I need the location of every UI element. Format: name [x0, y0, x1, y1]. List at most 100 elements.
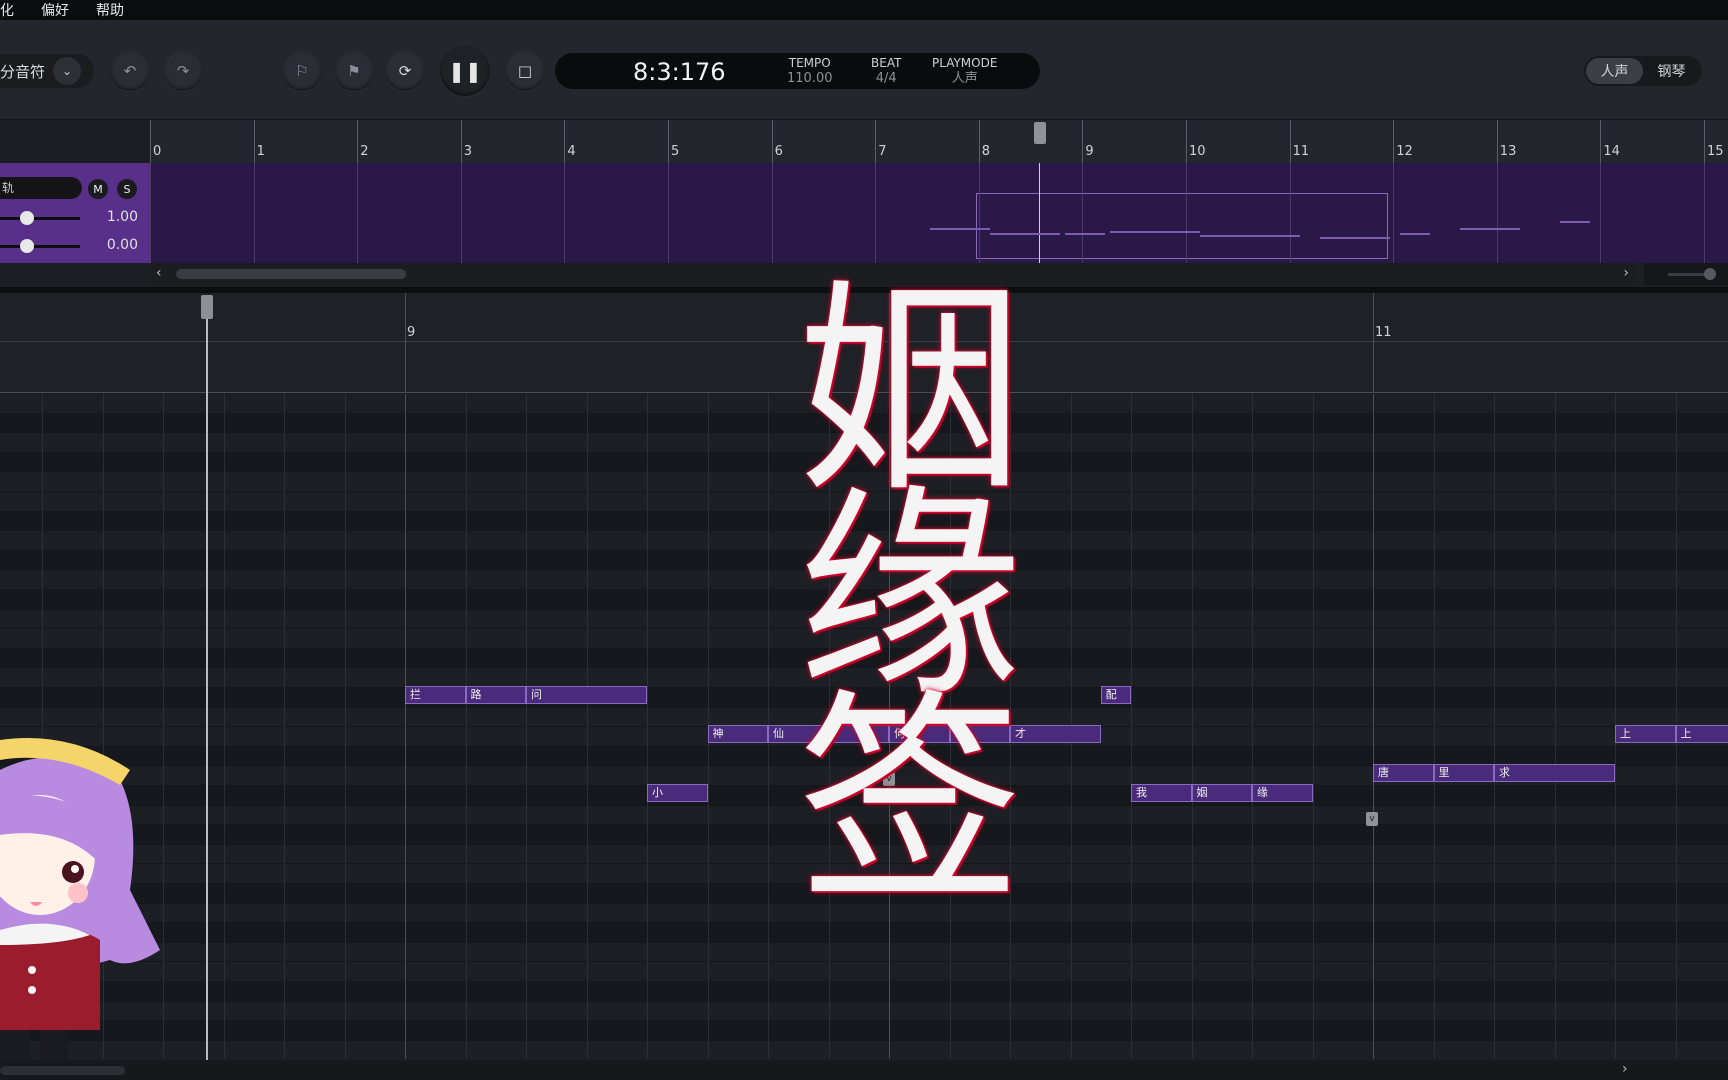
overview-scroll-thumb[interactable] [176, 269, 406, 279]
undo-button[interactable]: ↶ [110, 51, 150, 91]
note[interactable]: 拦 [405, 686, 466, 704]
grid-line [344, 394, 346, 1059]
note[interactable]: 里 [1433, 764, 1494, 783]
track-name-field[interactable]: 轨 [0, 177, 82, 199]
menu-item-help[interactable]: 帮助 [96, 0, 124, 20]
note[interactable]: 唐 [1373, 764, 1434, 783]
playmode-display[interactable]: PLAYMODE 人声 [932, 56, 997, 86]
note[interactable]: 问 [526, 686, 647, 704]
bar-line [1373, 293, 1374, 393]
flag-icon: ⚐ [295, 62, 309, 80]
pitch-marker[interactable]: v [1366, 812, 1378, 826]
overview-zoom-slider[interactable] [1644, 263, 1728, 285]
scroll-right-icon[interactable]: › [1623, 265, 1629, 281]
overview-playhead-cap[interactable] [1034, 122, 1046, 144]
pan-slider[interactable] [0, 239, 80, 253]
note[interactable]: 小 [647, 784, 708, 802]
ruler-tick-label: 11 [1292, 144, 1310, 159]
mode-piano-button[interactable]: 钢琴 [1643, 58, 1700, 84]
grid-line [1191, 394, 1193, 1059]
overview-bar-line [1496, 163, 1498, 263]
ruler-tick-label: 14 [1603, 144, 1620, 159]
note[interactable]: 我 [1131, 784, 1192, 802]
overview-bar-line [978, 163, 980, 263]
ruler-tick-label: 5 [671, 144, 680, 159]
volume-slider-knob[interactable] [20, 211, 34, 225]
ruler-tick [1186, 120, 1187, 163]
overview-note [1560, 221, 1590, 223]
note[interactable]: 路 [465, 686, 526, 704]
menu-item-preferences[interactable]: 偏好 [41, 0, 69, 20]
marker-end-button[interactable]: ⚑ [334, 51, 374, 91]
overview-bar-line [771, 163, 773, 263]
viewport-box[interactable] [976, 193, 1388, 259]
ruler-tick-label: 2 [360, 144, 369, 159]
ruler-tick [1289, 120, 1291, 163]
overview-bar-line [460, 163, 462, 263]
ruler-tick [460, 120, 462, 163]
ruler-tick [150, 120, 151, 163]
note[interactable]: 求 [1494, 764, 1615, 783]
chevron-down-icon[interactable]: ⌄ [53, 57, 82, 85]
ruler-tick-label: 9 [1085, 144, 1094, 159]
beat-label: BEAT [871, 56, 902, 70]
ruler-tick-label: 13 [1499, 144, 1517, 159]
track-overview[interactable] [150, 163, 1728, 263]
ruler-tick [357, 120, 359, 163]
time-display: 8:3:176 TEMPO 110.00 BEAT 4/4 PLAYMODE 人… [555, 53, 1040, 89]
grid-line [223, 394, 225, 1059]
overview-note [1460, 228, 1520, 230]
overview-playhead [1039, 163, 1040, 263]
note[interactable]: 上 [1675, 725, 1728, 744]
beat-display[interactable]: BEAT 4/4 [871, 56, 901, 86]
overview-bar-line [1393, 163, 1395, 263]
roll-scroll-thumb[interactable] [0, 1066, 125, 1075]
ruler-tick [771, 120, 773, 163]
note[interactable]: 配 [1100, 686, 1131, 704]
pitch-lane [0, 962, 1728, 982]
note[interactable]: 缘 [1252, 784, 1313, 802]
ruler-tick-label: 12 [1396, 144, 1413, 159]
mute-button[interactable]: M [88, 179, 108, 199]
overview-bar-line [564, 163, 566, 263]
overview-ruler[interactable]: 0 1 2 3 4 5 6 7 8 9 10 11 12 13 14 15 [150, 120, 1728, 163]
scroll-right-icon[interactable]: › [1622, 1061, 1628, 1077]
overview-note [1110, 231, 1200, 233]
note[interactable]: 上 [1615, 725, 1676, 744]
menu-item-optimize[interactable]: 化 [0, 0, 14, 20]
stop-button[interactable]: □ [505, 51, 545, 91]
roll-horizontal-scrollbar[interactable]: › [0, 1061, 1728, 1080]
scroll-left-icon[interactable]: ‹ [156, 265, 162, 281]
tempo-display[interactable]: TEMPO 110.00 [787, 56, 833, 86]
pause-icon: ❚❚ [448, 59, 482, 83]
grid-line [1494, 394, 1495, 1059]
pan-slider-knob[interactable] [20, 239, 34, 253]
undo-icon: ↶ [123, 62, 137, 80]
volume-slider[interactable] [0, 211, 80, 225]
playmode-value: 人声 [951, 71, 978, 86]
playback-position: 8:3:176 [633, 58, 726, 86]
ruler-tick-label: 8 [981, 144, 991, 159]
ruler-tick-label: 6 [774, 144, 783, 159]
note[interactable]: 姻 [1191, 784, 1252, 802]
mode-switch[interactable]: 人声 钢琴 [1584, 56, 1702, 86]
pause-button[interactable]: ❚❚ [440, 46, 490, 96]
grid-line [1131, 394, 1132, 1059]
marker-start-button[interactable]: ⚐ [282, 51, 322, 91]
overview-note [1250, 235, 1300, 237]
ruler-tick [1496, 120, 1498, 163]
note[interactable]: 神 [707, 725, 768, 744]
redo-button[interactable]: ↷ [163, 51, 203, 91]
snap-select-label: 分音符 [0, 62, 46, 81]
loop-button[interactable]: ⟳ [385, 51, 425, 91]
playhead-handle[interactable] [201, 295, 213, 319]
mode-voice-button[interactable]: 人声 [1586, 58, 1643, 84]
snap-select[interactable]: 分音符 ⌄ [0, 54, 94, 88]
solo-button[interactable]: S [117, 179, 137, 199]
character-illustration [0, 738, 160, 1080]
overview-bar-line [1082, 163, 1084, 263]
grid-line [647, 394, 648, 1059]
grid-line [1554, 394, 1556, 1059]
pitch-lane [0, 982, 1728, 1002]
zoom-knob[interactable] [1704, 268, 1716, 280]
